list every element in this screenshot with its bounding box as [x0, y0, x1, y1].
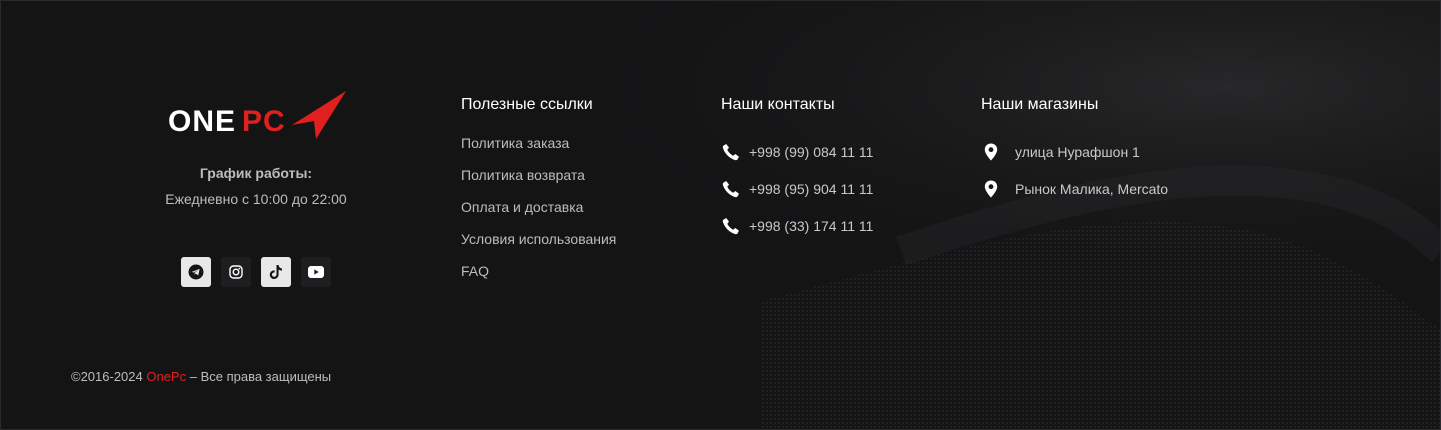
phone-icon: [721, 216, 741, 236]
phone-number: +998 (33) 174 11 11: [749, 217, 874, 234]
phone-link[interactable]: +998 (99) 084 11 11: [721, 133, 873, 170]
store-location-link[interactable]: Рынок Малика, Mercato: [981, 170, 1168, 207]
link-faq[interactable]: FAQ: [461, 263, 616, 295]
phone-number: +998 (99) 084 11 11: [749, 143, 874, 160]
contacts-column: Наши контакты +998 (99) 084 11 11 +998 (…: [721, 95, 873, 244]
store-address: улица Нурафшон 1: [1015, 143, 1140, 160]
schedule-text: Ежедневно с 10:00 до 22:00: [165, 191, 347, 207]
map-pin-icon: [981, 179, 1001, 199]
telegram-button[interactable]: [181, 257, 211, 287]
contacts-title: Наши контакты: [721, 96, 835, 113]
store-address: Рынок Малика, Mercato: [1015, 180, 1169, 197]
tiktok-button[interactable]: [261, 257, 291, 287]
telegram-icon: [188, 264, 204, 280]
instagram-button[interactable]: [221, 257, 251, 287]
phone-icon: [721, 179, 741, 199]
svg-text:PC: PC: [242, 105, 286, 138]
store-location-link[interactable]: улица Нурафшон 1: [981, 133, 1168, 170]
youtube-icon: [308, 266, 324, 278]
social-links: [181, 257, 331, 287]
phone-link[interactable]: +998 (33) 174 11 11: [721, 207, 873, 244]
phone-icon: [721, 142, 741, 162]
store-list: улица Нурафшон 1 Рынок Малика, Mercato: [981, 133, 1168, 207]
link-order-policy[interactable]: Политика заказа: [461, 135, 616, 167]
brand-block: ONE PC График работы: Ежедневно с 10:00 …: [151, 89, 361, 207]
useful-links-list: Политика заказа Политика возврата Оплата…: [461, 135, 616, 295]
youtube-button[interactable]: [301, 257, 331, 287]
useful-links-title: Полезные ссылки: [461, 96, 593, 113]
svg-text:ONE: ONE: [168, 105, 236, 138]
stores-column: Наши магазины улица Нурафшон 1 Рынок Мал…: [981, 95, 1168, 207]
copyright-brand-link[interactable]: OnePc: [146, 369, 186, 384]
stores-title: Наши магазины: [981, 96, 1099, 113]
link-terms-of-use[interactable]: Условия использования: [461, 231, 616, 263]
phone-link[interactable]: +998 (95) 904 11 11: [721, 170, 873, 207]
phone-list: +998 (99) 084 11 11 +998 (95) 904 11 11 …: [721, 133, 873, 244]
schedule-title: График работы:: [199, 165, 313, 181]
link-payment-delivery[interactable]: Оплата и доставка: [461, 199, 616, 231]
copyright-prefix: ©2016-2024: [71, 369, 147, 384]
map-pin-icon: [981, 142, 1001, 162]
link-return-policy[interactable]: Политика возврата: [461, 167, 616, 199]
onepc-logo[interactable]: ONE PC: [164, 89, 348, 141]
instagram-icon: [229, 265, 243, 279]
site-footer: ONE PC График работы: Ежедневно с 10:00 …: [0, 0, 1441, 430]
useful-links-column: Полезные ссылки Политика заказа Политика…: [461, 95, 616, 295]
tiktok-icon: [269, 265, 282, 279]
phone-number: +998 (95) 904 11 11: [749, 180, 874, 197]
copyright-suffix: – Все права защищены: [186, 369, 332, 384]
copyright-text: ©2016-2024 OnePc – Все права защищены: [71, 369, 331, 384]
